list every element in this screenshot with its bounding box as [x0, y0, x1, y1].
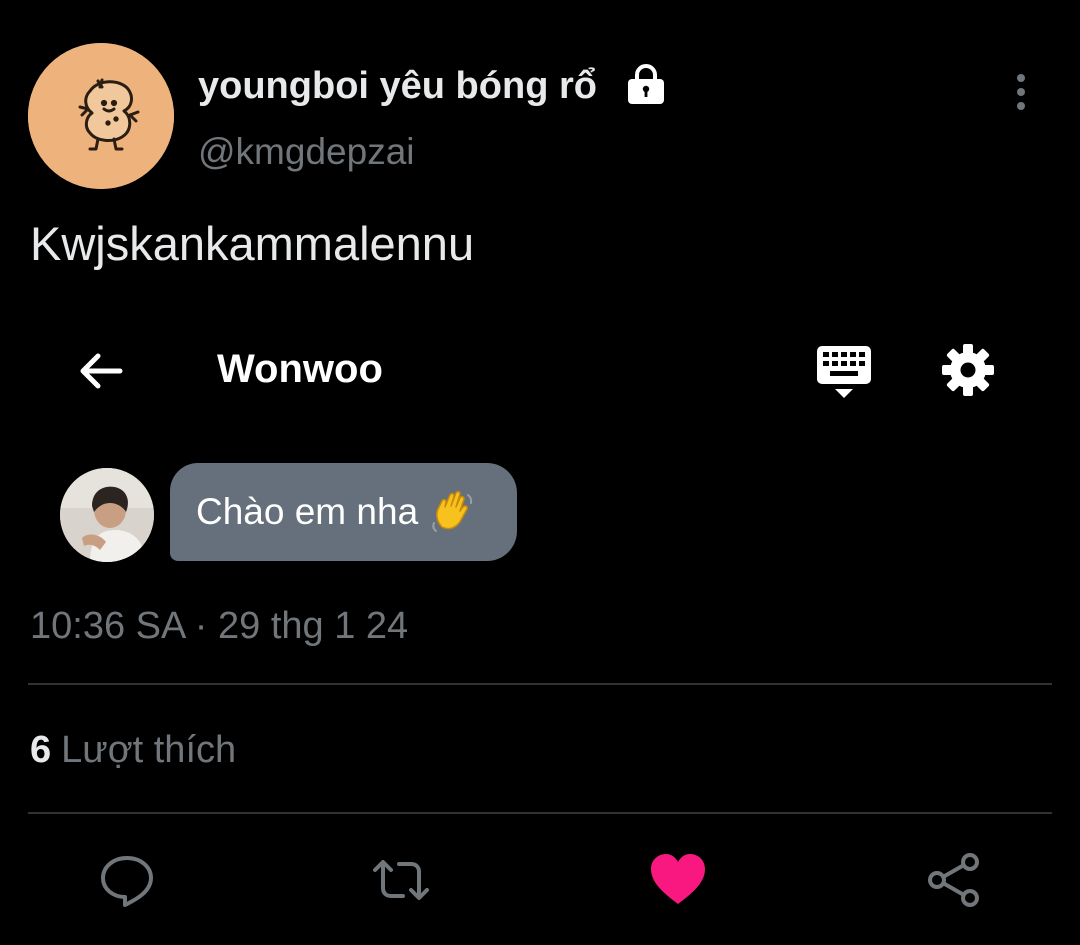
likes-count: 6: [30, 729, 52, 771]
more-options-icon[interactable]: [1005, 70, 1037, 114]
chat-message-bubble: Chào em nha: [170, 463, 517, 561]
chat-message-text: Chào em nha: [196, 491, 419, 532]
chat-title: Wonwoo: [217, 347, 383, 391]
back-arrow-icon: [80, 353, 123, 389]
like-button[interactable]: [648, 850, 708, 910]
likes-summary[interactable]: 6 Lượt thích: [30, 725, 236, 775]
peanut-doodle-icon: [28, 43, 174, 189]
retweet-icon: [373, 860, 429, 900]
share-button[interactable]: [925, 850, 985, 910]
likes-label: Lượt thích: [61, 729, 237, 771]
author-avatar[interactable]: [28, 43, 174, 189]
chat-contact-avatar: [60, 468, 154, 562]
gear-icon: [942, 344, 994, 396]
divider: [28, 683, 1052, 685]
waving-hand-icon: [432, 490, 473, 532]
retweet-button[interactable]: [371, 850, 431, 910]
lock-icon: [628, 64, 664, 104]
reply-button[interactable]: [97, 850, 157, 910]
tweet-text: Kwjskankammalennu: [30, 217, 475, 270]
person-photo-icon: [60, 468, 154, 562]
tweet-timestamp[interactable]: 10:36 SA · 29 thg 1 24: [30, 601, 408, 651]
heart-icon: [651, 854, 705, 904]
tweet-detail-page: youngboi yêu bóng rổ @kmgdepzai Kwjskank…: [0, 0, 1080, 945]
divider: [28, 812, 1052, 814]
author-handle[interactable]: @kmgdepzai: [198, 128, 415, 176]
comment-icon: [101, 856, 153, 907]
share-icon: [928, 853, 979, 907]
keyboard-icon: [817, 346, 871, 398]
author-display-name[interactable]: youngboi yêu bóng rổ: [198, 62, 597, 110]
